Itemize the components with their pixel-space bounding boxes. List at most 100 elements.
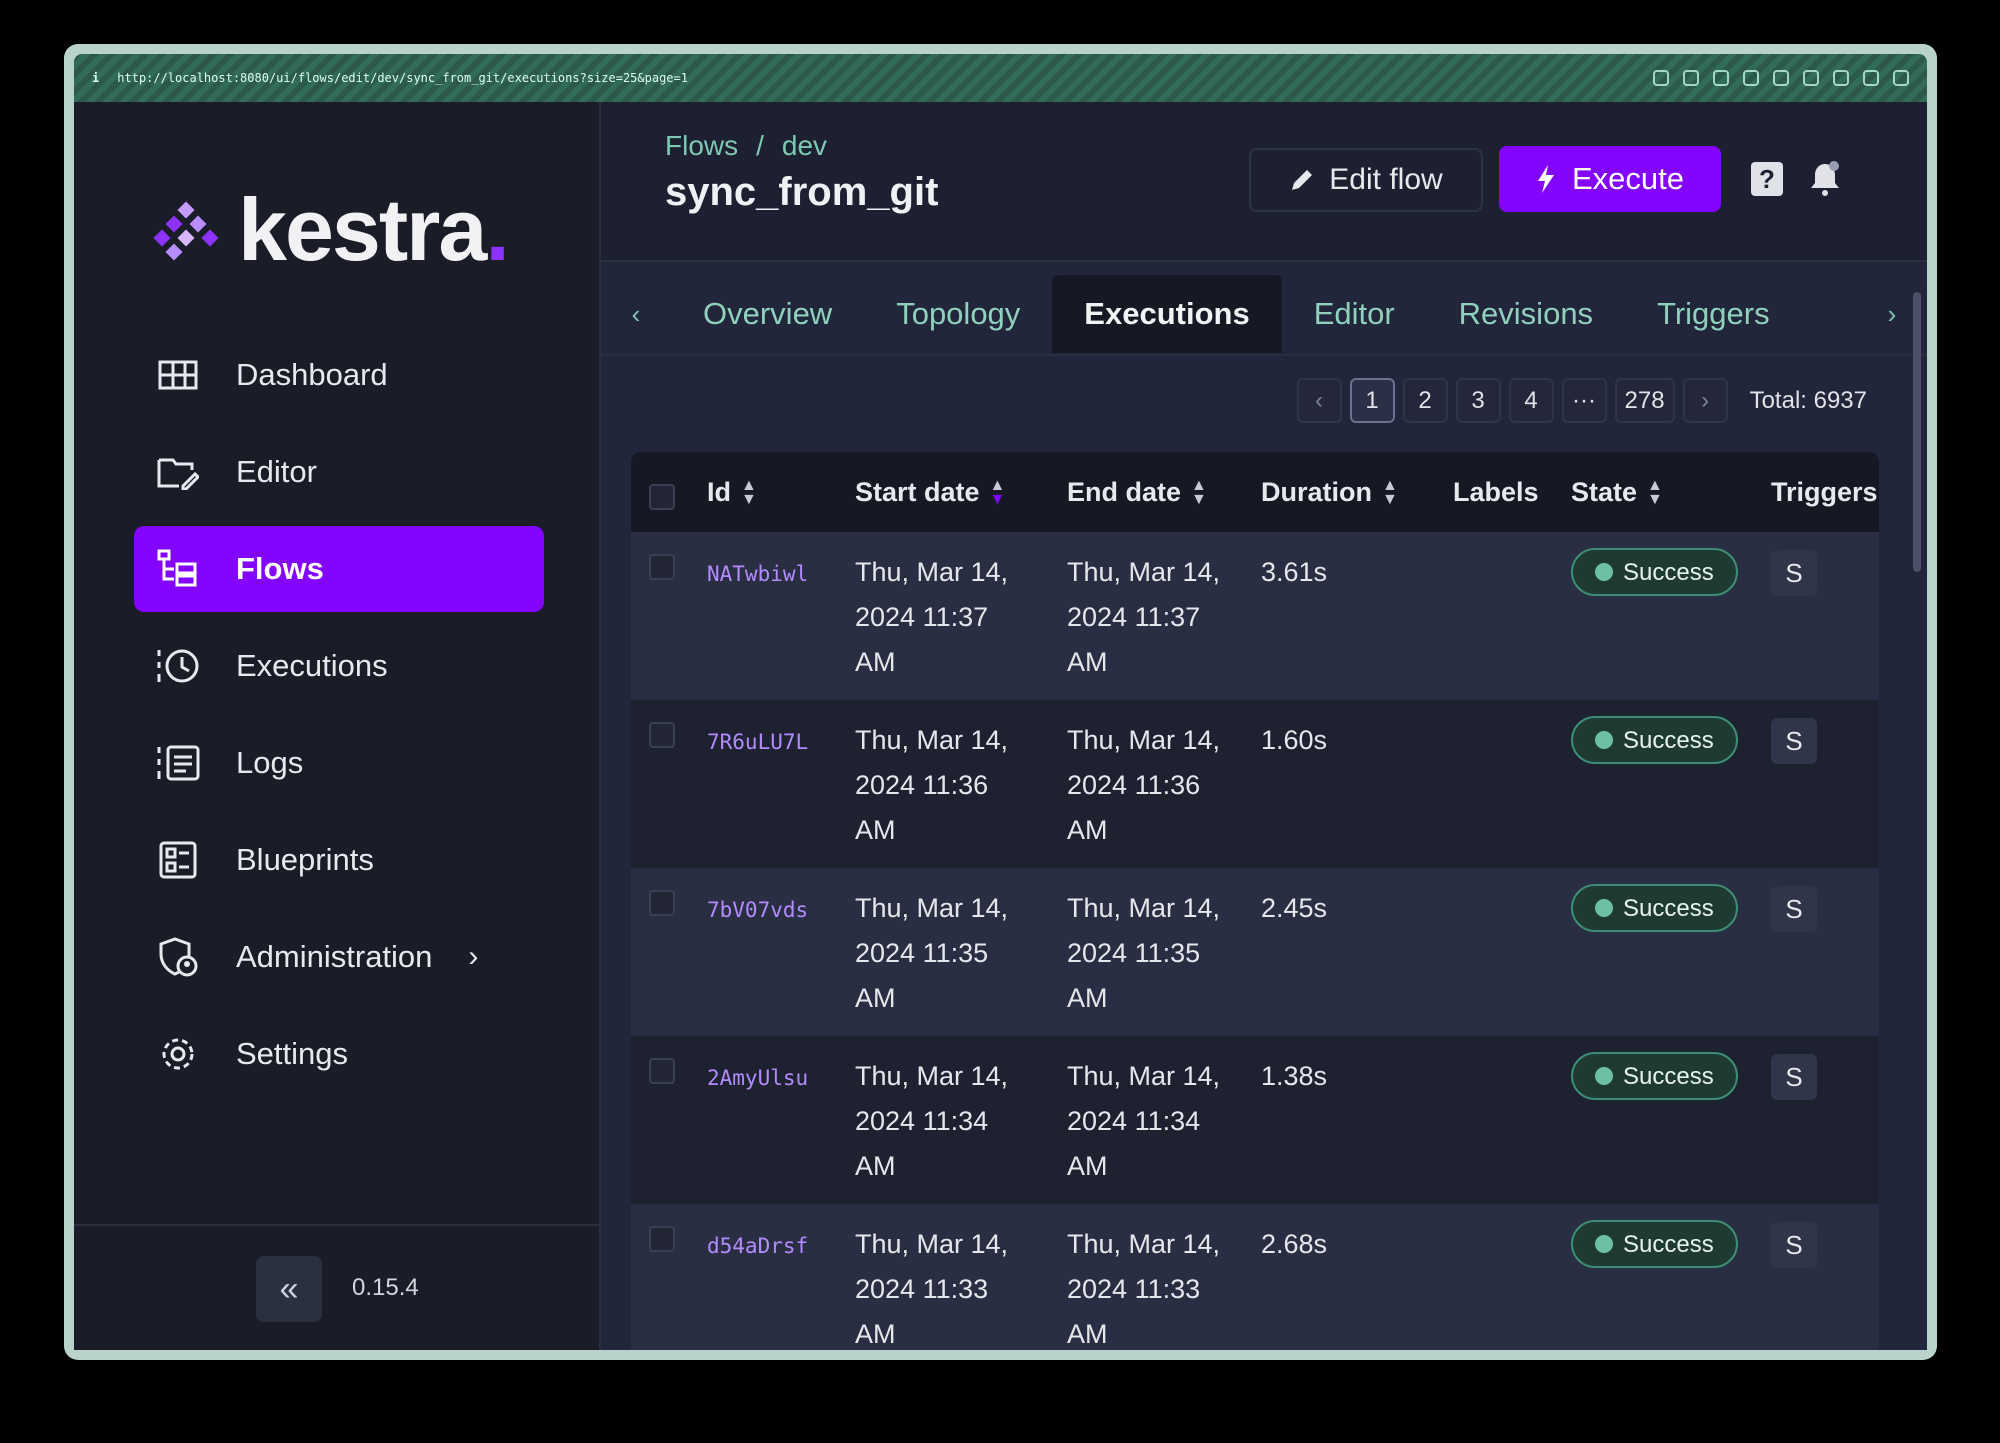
column-header-duration[interactable]: Duration ▲ ▼ xyxy=(1261,477,1453,508)
kestra-logo-icon xyxy=(153,200,219,261)
execution-id-link[interactable]: NATwbiwl xyxy=(707,562,808,586)
page-ellipsis[interactable]: ··· xyxy=(1561,378,1607,423)
table-header: Id ▲ ▼ Start date ▲ ▼ End date ▲ ▼ Duration ▲ ▼ … xyxy=(631,452,1879,532)
download-icon[interactable] xyxy=(1683,70,1699,86)
table-row[interactable]: NATwbiwl Thu, Mar 14, 2024 11:37 AM Thu, M… xyxy=(631,532,1879,700)
trigger-badge[interactable]: S xyxy=(1771,718,1817,764)
edit-flow-label: Edit flow xyxy=(1329,163,1443,196)
sidebar-item-label: Settings xyxy=(236,1036,349,1071)
column-header-end-date[interactable]: End date ▲ ▼ xyxy=(1067,477,1261,508)
administration-icon xyxy=(156,935,200,979)
prev-page-button[interactable]: ‹ xyxy=(1296,378,1342,423)
start-date-cell: Thu, Mar 14, 2024 11:35 AM xyxy=(855,893,1009,1013)
duration-cell: 2.45s xyxy=(1261,893,1328,923)
execute-button[interactable]: Execute xyxy=(1499,146,1721,212)
page-button[interactable]: 2 xyxy=(1402,378,1448,423)
execution-id-link[interactable]: 2AmyUlsu xyxy=(707,1066,808,1090)
collapse-sidebar-button[interactable]: « xyxy=(256,1256,322,1322)
tab-revisions[interactable]: Revisions xyxy=(1427,275,1625,353)
status-badge[interactable]: Success xyxy=(1571,884,1738,932)
sidebar-item-settings[interactable]: Settings xyxy=(134,1011,544,1097)
sidebar-footer: « 0.15.4 xyxy=(74,1224,599,1350)
status-badge[interactable]: Success xyxy=(1571,716,1738,764)
info-icon[interactable]: i xyxy=(92,71,99,85)
tabs-prev-button[interactable]: ‹ xyxy=(601,299,671,330)
tab-topology[interactable]: Topology xyxy=(864,275,1052,353)
trigger-badge[interactable]: S xyxy=(1771,550,1817,596)
page-title: sync_from_git xyxy=(665,170,939,214)
duration-cell: 2.68s xyxy=(1261,1229,1328,1259)
sidebar-item-label: Editor xyxy=(236,454,317,489)
sidebar-item-administration[interactable]: Administration › xyxy=(134,914,544,1000)
sort-icon: ▲ ▼ xyxy=(1382,477,1398,509)
sidebar-item-blueprints[interactable]: Blueprints xyxy=(134,817,544,903)
column-header-start-date[interactable]: Start date ▲ ▼ xyxy=(855,477,1067,508)
crosshair-icon[interactable] xyxy=(1803,70,1819,86)
breadcrumb-namespace[interactable]: dev xyxy=(782,130,827,161)
sidebar-item-executions[interactable]: Executions xyxy=(134,623,544,709)
next-page-button[interactable]: › xyxy=(1682,378,1728,423)
editor-icon xyxy=(156,450,200,494)
browser-tools xyxy=(1653,70,1909,86)
settings-icon xyxy=(156,1032,200,1076)
execution-id-link[interactable]: d54aDrsf xyxy=(707,1234,808,1258)
table-row[interactable]: 2AmyUlsu Thu, Mar 14, 2024 11:34 AM Thu, M… xyxy=(631,1036,1879,1204)
row-checkbox[interactable] xyxy=(649,554,675,580)
column-header-triggers: Triggers xyxy=(1771,476,1878,507)
globe-icon[interactable] xyxy=(1773,70,1789,86)
blueprints-icon xyxy=(156,838,200,882)
table-row[interactable]: d54aDrsf Thu, Mar 14, 2024 11:33 AM Thu, M… xyxy=(631,1204,1879,1350)
kestra-logo[interactable]: kestra. xyxy=(153,186,510,274)
table-row[interactable]: 7bV07vds Thu, Mar 14, 2024 11:35 AM Thu, M… xyxy=(631,868,1879,1036)
sort-icon: ▲ ▼ xyxy=(989,477,1006,509)
link-icon[interactable] xyxy=(1653,70,1669,86)
tab-executions[interactable]: Executions xyxy=(1052,275,1282,353)
tab-triggers[interactable]: Triggers xyxy=(1625,275,1802,353)
status-badge[interactable]: Success xyxy=(1571,1052,1738,1100)
trigger-badge[interactable]: S xyxy=(1771,1054,1817,1100)
sidebar-item-editor[interactable]: Editor xyxy=(134,429,544,515)
tab-overview[interactable]: Overview xyxy=(671,275,864,353)
check-circle-icon xyxy=(1595,731,1613,749)
execution-id-link[interactable]: 7R6uLU7L xyxy=(707,730,808,754)
execution-id-link[interactable]: 7bV07vds xyxy=(707,898,808,922)
page-button[interactable]: 278 xyxy=(1614,378,1675,423)
pencil-icon xyxy=(1292,170,1313,190)
page-button[interactable]: 3 xyxy=(1455,378,1501,423)
trigger-badge[interactable]: S xyxy=(1771,886,1817,932)
extension-icon[interactable] xyxy=(1863,70,1879,86)
code-icon[interactable] xyxy=(1833,70,1849,86)
scrollbar[interactable] xyxy=(1913,292,1921,572)
executions-icon xyxy=(156,644,200,688)
row-checkbox[interactable] xyxy=(649,1226,675,1252)
select-all-checkbox[interactable] xyxy=(649,484,675,510)
help-icon[interactable]: ? xyxy=(1751,162,1783,196)
row-checkbox[interactable] xyxy=(649,722,675,748)
page-button[interactable]: 4 xyxy=(1508,378,1554,423)
sidebar-item-logs[interactable]: Logs xyxy=(134,720,544,806)
row-checkbox[interactable] xyxy=(649,1058,675,1084)
column-header-labels: Labels xyxy=(1453,476,1539,507)
sidebar-item-label: Logs xyxy=(236,745,304,780)
sidebar-item-flows[interactable]: Flows xyxy=(134,526,544,612)
status-badge[interactable]: Success xyxy=(1571,1220,1738,1268)
breadcrumb-flows[interactable]: Flows xyxy=(665,130,738,161)
status-badge[interactable]: Success xyxy=(1571,548,1738,596)
page-button[interactable]: 1 xyxy=(1349,378,1395,423)
trigger-badge[interactable]: S xyxy=(1771,1222,1817,1268)
column-header-id[interactable]: Id ▲ ▼ xyxy=(707,477,855,508)
check-circle-icon xyxy=(1595,899,1613,917)
tab-editor[interactable]: Editor xyxy=(1282,275,1427,353)
sidebar-toggle-icon[interactable] xyxy=(1893,70,1909,86)
end-date-cell: Thu, Mar 14, 2024 11:36 AM xyxy=(1067,725,1221,845)
terminal-icon[interactable] xyxy=(1743,70,1759,86)
bell-icon[interactable] xyxy=(1805,158,1845,198)
edit-flow-button[interactable]: Edit flow xyxy=(1249,148,1483,212)
column-header-state[interactable]: State ▲ ▼ xyxy=(1571,477,1771,508)
row-checkbox[interactable] xyxy=(649,890,675,916)
url-field[interactable]: http://localhost:8080/ui/flows/edit/dev/… xyxy=(117,71,688,85)
sort-icon: ▲ ▼ xyxy=(741,477,757,509)
sidebar-item-dashboard[interactable]: Dashboard xyxy=(134,332,544,418)
table-row[interactable]: 7R6uLU7L Thu, Mar 14, 2024 11:36 AM Thu, M… xyxy=(631,700,1879,868)
camera-icon[interactable] xyxy=(1713,70,1729,86)
